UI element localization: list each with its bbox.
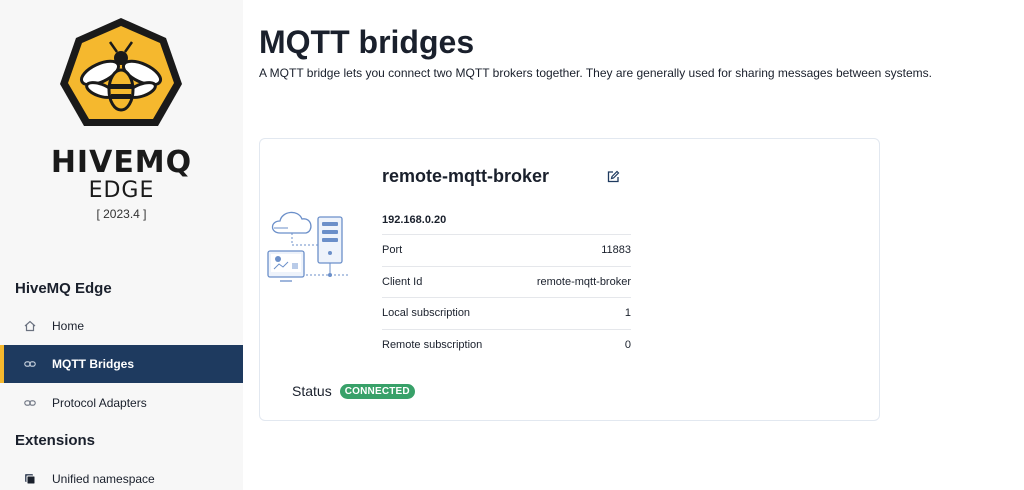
brand-version: [ 2023.4 ]	[96, 207, 147, 221]
link-icon	[22, 356, 38, 372]
edit-bridge-button[interactable]	[602, 166, 624, 188]
detail-label: Port	[382, 244, 403, 257]
page-description: A MQTT bridge lets you connect two MQTT …	[259, 66, 932, 80]
sidebar-item-protocol-adapters[interactable]: Protocol Adapters	[0, 384, 243, 422]
sidebar-item-mqtt-bridges[interactable]: MQTT Bridges	[0, 345, 243, 383]
detail-row-local-subscription: Local subscription 1	[382, 297, 631, 329]
detail-value: 1	[624, 307, 631, 320]
detail-label: Local subscription	[382, 307, 471, 320]
bridge-card: remote-mqtt-broker 192.168.0.20 Port 118…	[259, 138, 880, 421]
detail-row-remote-subscription: Remote subscription 0	[382, 328, 631, 361]
bee-logo-icon	[60, 18, 182, 126]
detail-row-client-id: Client Id remote-mqtt-broker	[382, 265, 631, 298]
sidebar-item-label: Protocol Adapters	[52, 396, 147, 410]
hivemq-logo	[0, 0, 243, 240]
detail-value: 11883	[601, 244, 631, 257]
sidebar: HIVEMQ EDGE [ 2023.4 ] HiveMQ Edge Home …	[0, 0, 243, 490]
detail-value: remote-mqtt-broker	[536, 275, 631, 288]
sidebar-item-label: Unified namespace	[52, 472, 155, 486]
bridge-status: Status CONNECTED	[292, 383, 415, 399]
status-label: Status	[292, 383, 332, 399]
cloud-server-icon	[267, 211, 348, 282]
home-icon	[22, 318, 38, 334]
detail-label: Client Id	[382, 275, 423, 288]
brand-product: EDGE	[88, 178, 155, 203]
detail-value: 0	[624, 338, 631, 351]
bridge-details: Port 11883 Client Id remote-mqtt-broker …	[382, 234, 631, 360]
bridge-illustration	[266, 203, 352, 289]
namespace-icon	[22, 471, 38, 487]
sidebar-item-home[interactable]: Home	[0, 307, 243, 345]
detail-row-port: Port 11883	[382, 234, 631, 266]
page-title: MQTT bridges	[259, 24, 475, 60]
sidebar-item-unified-namespace[interactable]: Unified namespace	[0, 460, 243, 490]
brand-name: HIVEMQ	[50, 145, 193, 180]
detail-label: Remote subscription	[382, 338, 483, 351]
nav-section-heading: Extensions	[15, 432, 96, 449]
sidebar-item-label: Home	[52, 319, 85, 333]
nav-section-heading: HiveMQ Edge	[15, 280, 112, 297]
bridge-name: remote-mqtt-broker	[382, 166, 550, 186]
link-icon	[22, 395, 38, 411]
status-badge: CONNECTED	[339, 383, 415, 399]
bridge-host: 192.168.0.20	[382, 214, 447, 226]
sidebar-item-label: MQTT Bridges	[52, 357, 135, 371]
edit-icon	[607, 170, 620, 183]
